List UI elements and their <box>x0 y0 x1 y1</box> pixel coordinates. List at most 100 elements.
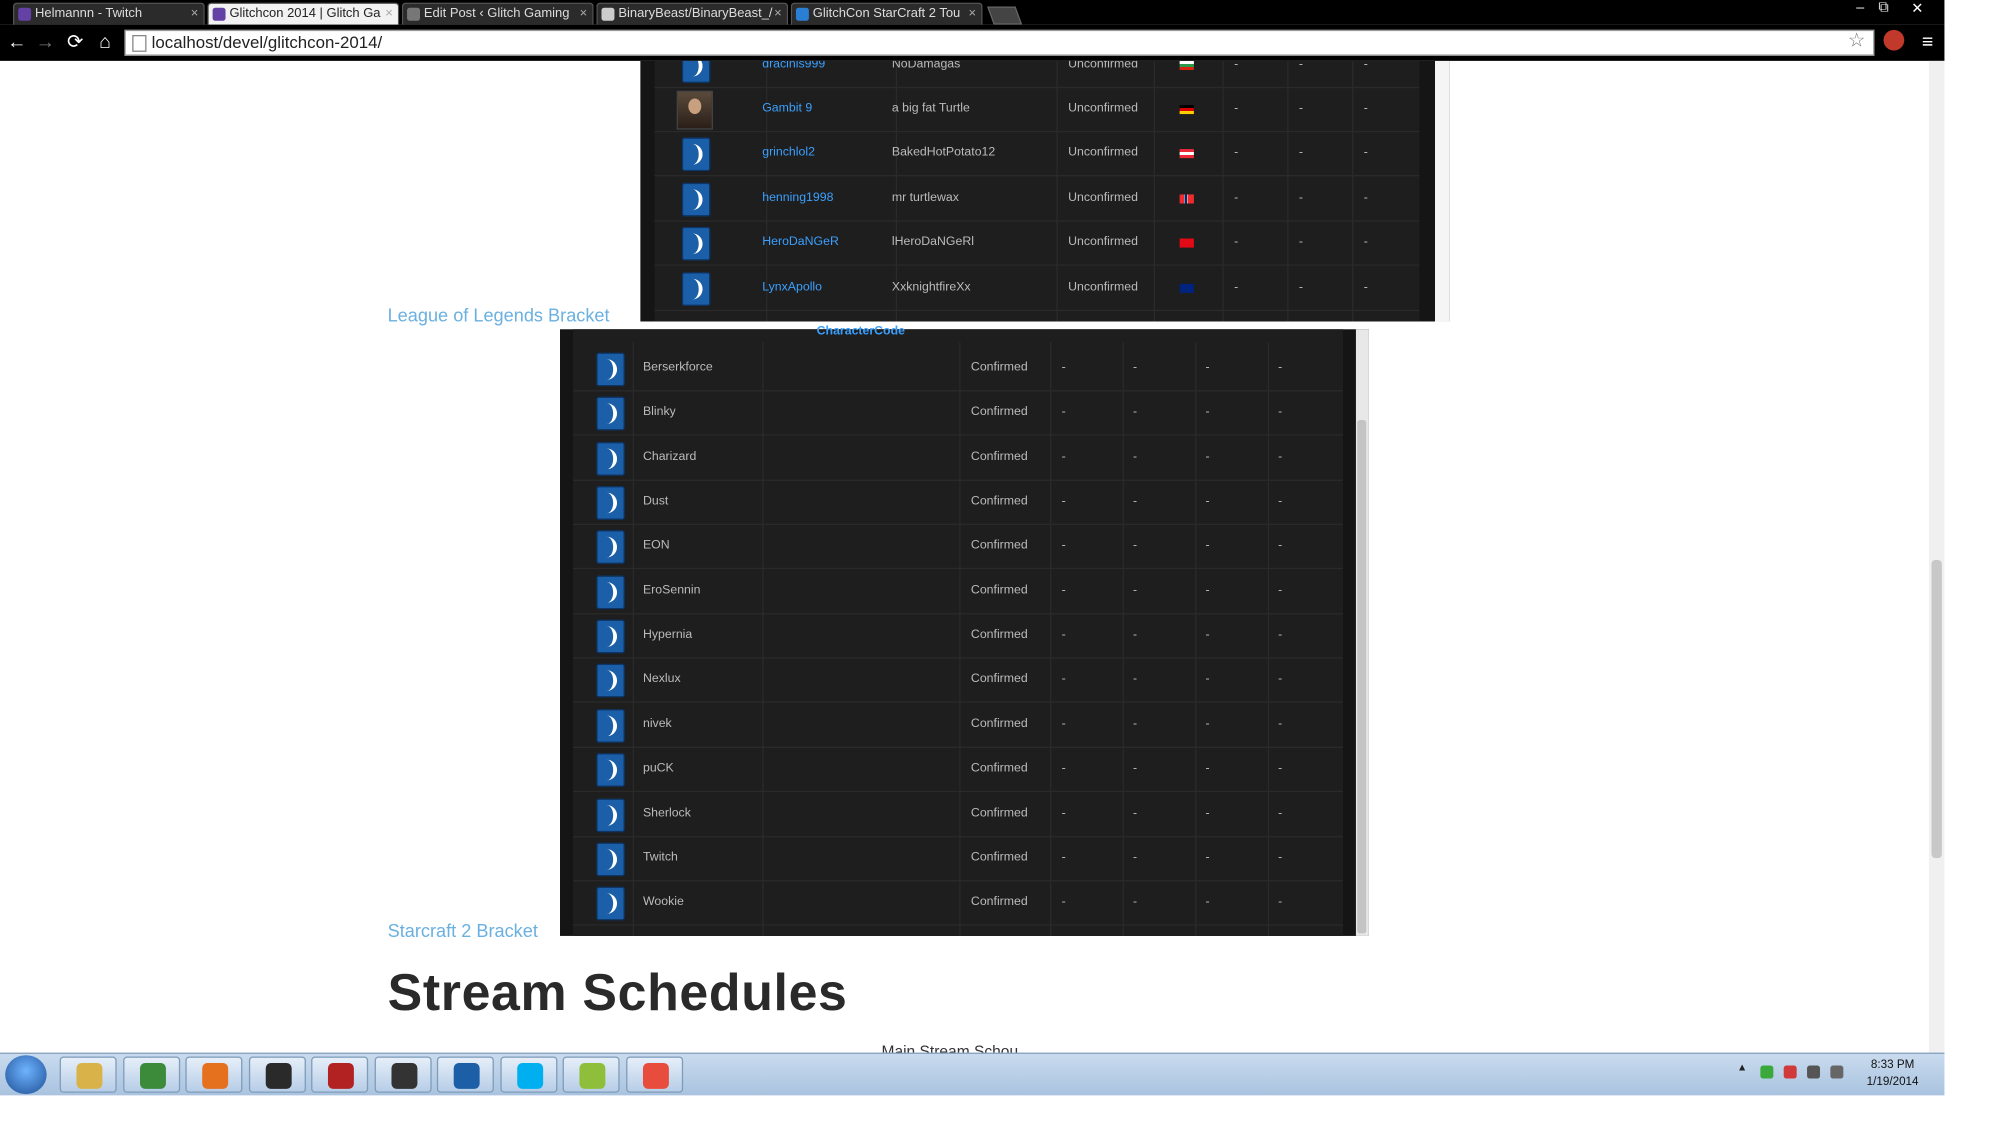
player-avatar-icon <box>681 182 711 217</box>
country-flag-icon <box>1179 194 1194 204</box>
player-name-link[interactable]: LynxApollo <box>762 265 822 309</box>
display-tray-icon[interactable] <box>1807 1065 1821 1079</box>
dash-cell: - <box>1205 538 1210 553</box>
volume-icon[interactable] <box>1830 1065 1844 1079</box>
taskbar-app-steam[interactable] <box>248 1056 306 1093</box>
firefox-icon <box>202 1062 229 1089</box>
dash-cell: - <box>1363 234 1368 250</box>
tray-expand-icon[interactable]: ▲ <box>1737 1062 1750 1075</box>
country-flag-icon <box>1179 60 1194 71</box>
lol-scrollbar[interactable] <box>1435 60 1450 322</box>
extension-icon[interactable] <box>1883 29 1905 51</box>
sc2-scrollbar[interactable] <box>1355 329 1369 936</box>
player-name: Blinky <box>642 404 676 420</box>
forward-button[interactable]: → <box>34 31 57 54</box>
notepad-plus-icon <box>579 1062 606 1089</box>
summoner-name: mr turtlewax <box>891 190 959 205</box>
tab-close-icon[interactable]: × <box>969 4 977 25</box>
lol-participants-panel: dracinis999 NoDamagas Unconfirmed - - - Gambit… <box>640 60 1450 322</box>
player-name: nivek <box>642 716 672 731</box>
player-name-link[interactable]: henning1998 <box>762 176 833 220</box>
taskbar-app-file-explorer[interactable] <box>59 1056 117 1093</box>
taskbar-app-starcraft2[interactable] <box>436 1056 494 1093</box>
new-tab-button[interactable] <box>987 6 1023 25</box>
dash-cell: - <box>1061 761 1066 776</box>
chrome-icon <box>139 1062 166 1089</box>
dash-cell: - <box>1278 894 1283 909</box>
dash-cell: - <box>1205 583 1210 598</box>
lol-table-row: Gambit 9 a big fat Turtle Unconfirmed - - - <box>654 87 1420 133</box>
tab-close-icon[interactable]: × <box>385 4 393 25</box>
status: Unconfirmed <box>1068 190 1138 205</box>
country-flag-icon <box>1179 149 1194 159</box>
home-button[interactable]: ⌂ <box>93 31 116 54</box>
browser-tab[interactable]: BinaryBeast/BinaryBeast_/× <box>596 2 789 25</box>
dash-cell: - <box>1278 404 1283 420</box>
windows-taskbar: ▲ 8:33 PM 1/19/2014 <box>0 1052 1945 1096</box>
tab-close-icon[interactable]: × <box>580 4 588 25</box>
sc2-bracket-link[interactable]: Starcraft 2 Bracket <box>388 920 538 941</box>
taskbar-app-git[interactable] <box>625 1056 683 1093</box>
dash-cell: - <box>1278 449 1283 464</box>
system-clock[interactable]: 8:33 PM 1/19/2014 <box>1854 1056 1932 1090</box>
player-name-link[interactable]: grinchlol2 <box>762 131 815 175</box>
start-button[interactable] <box>5 1055 47 1095</box>
tab-close-icon[interactable]: × <box>774 4 782 25</box>
dash-cell: - <box>1234 234 1239 250</box>
status: Confirmed <box>970 404 1028 420</box>
minimize-button[interactable]: – <box>1849 0 1872 16</box>
dash-cell: - <box>1298 145 1304 160</box>
dash-cell: - <box>1363 279 1368 294</box>
restore-button[interactable]: ⧉ <box>1872 0 1895 17</box>
browser-tab[interactable]: GlitchCon StarCraft 2 Tou × <box>790 2 983 25</box>
tab-title: BinaryBeast/BinaryBeast_/ <box>618 6 773 21</box>
dash-cell: - <box>1278 672 1283 687</box>
helmet-app-icon <box>390 1062 417 1089</box>
player-name-link[interactable]: Gambit 9 <box>762 87 812 131</box>
browser-tab[interactable]: Edit Post ‹ Glitch Gaming × <box>401 2 594 25</box>
sc2-table: CharacterCode Berserkforce Confirmed - - - - B… <box>572 324 1343 936</box>
back-button[interactable]: ← <box>5 31 28 54</box>
summoner-name: XxknightfireXx <box>891 279 971 294</box>
reload-button[interactable]: ⟳ <box>64 31 87 54</box>
player-avatar-icon <box>596 486 625 520</box>
country-flag-icon <box>1179 105 1194 115</box>
bookmark-star-icon[interactable]: ☆ <box>1848 30 1865 53</box>
taskbar-app-chrome[interactable] <box>122 1056 180 1093</box>
network-tray-icon[interactable] <box>1783 1065 1797 1079</box>
tab-close-icon[interactable]: × <box>191 4 199 25</box>
taskbar-app-helmet-app[interactable] <box>373 1056 432 1093</box>
dash-cell: - <box>1205 449 1210 464</box>
player-avatar-icon <box>596 664 625 698</box>
sc2-participants-panel: CharacterCode Berserkforce Confirmed - - - - B… <box>560 324 1369 936</box>
taskbar-app-notepad-plus[interactable] <box>562 1056 620 1093</box>
taskbar-app-firefox[interactable] <box>185 1056 243 1093</box>
summoner-name: NoDamagas <box>891 60 961 72</box>
browser-tab[interactable]: Glitchcon 2014 | Glitch Ga × <box>207 2 400 25</box>
taskbar-app-filezilla[interactable] <box>311 1056 369 1093</box>
chrome-menu-icon[interactable]: ≡ <box>1916 31 1939 54</box>
address-bar[interactable]: localhost/devel/glitchcon-2014/ ☆ <box>124 29 1875 56</box>
screen: Helmannn - Twitch × Glitchcon 2014 | Glitc… <box>0 0 2008 1132</box>
lol-table-row: grinchlol2 BakedHotPotato12 Unconfirmed - - - <box>654 131 1420 177</box>
dash-cell: - <box>1234 60 1239 72</box>
dash-cell: - <box>1132 627 1138 642</box>
player-name: Hypernia <box>642 627 693 642</box>
tab-favicon-icon <box>407 7 421 21</box>
close-button[interactable]: ✕ <box>1906 0 1929 17</box>
dash-cell: - <box>1061 360 1066 375</box>
page-scrollbar[interactable] <box>1928 60 1945 1053</box>
dash-cell: - <box>1132 761 1138 776</box>
player-name-link[interactable]: HeroDaNGeR <box>762 221 839 265</box>
status: Confirmed <box>970 360 1028 375</box>
page-scrollbar-thumb[interactable] <box>1931 560 1942 859</box>
sc2-column-header[interactable]: CharacterCode <box>817 324 905 338</box>
player-name-link[interactable]: dracinis999 <box>762 61 825 87</box>
taskbar-app-skype[interactable] <box>499 1056 557 1093</box>
player-avatar-icon <box>596 797 625 832</box>
browser-tab[interactable]: Helmannn - Twitch × <box>12 2 205 25</box>
security-tray-icon[interactable] <box>1760 1065 1774 1079</box>
lol-bracket-link[interactable]: League of Legends Bracket <box>388 305 610 326</box>
sc2-scrollbar-thumb[interactable] <box>1357 420 1367 934</box>
sc2-table-row: Dust Confirmed - - - - <box>572 480 1343 526</box>
